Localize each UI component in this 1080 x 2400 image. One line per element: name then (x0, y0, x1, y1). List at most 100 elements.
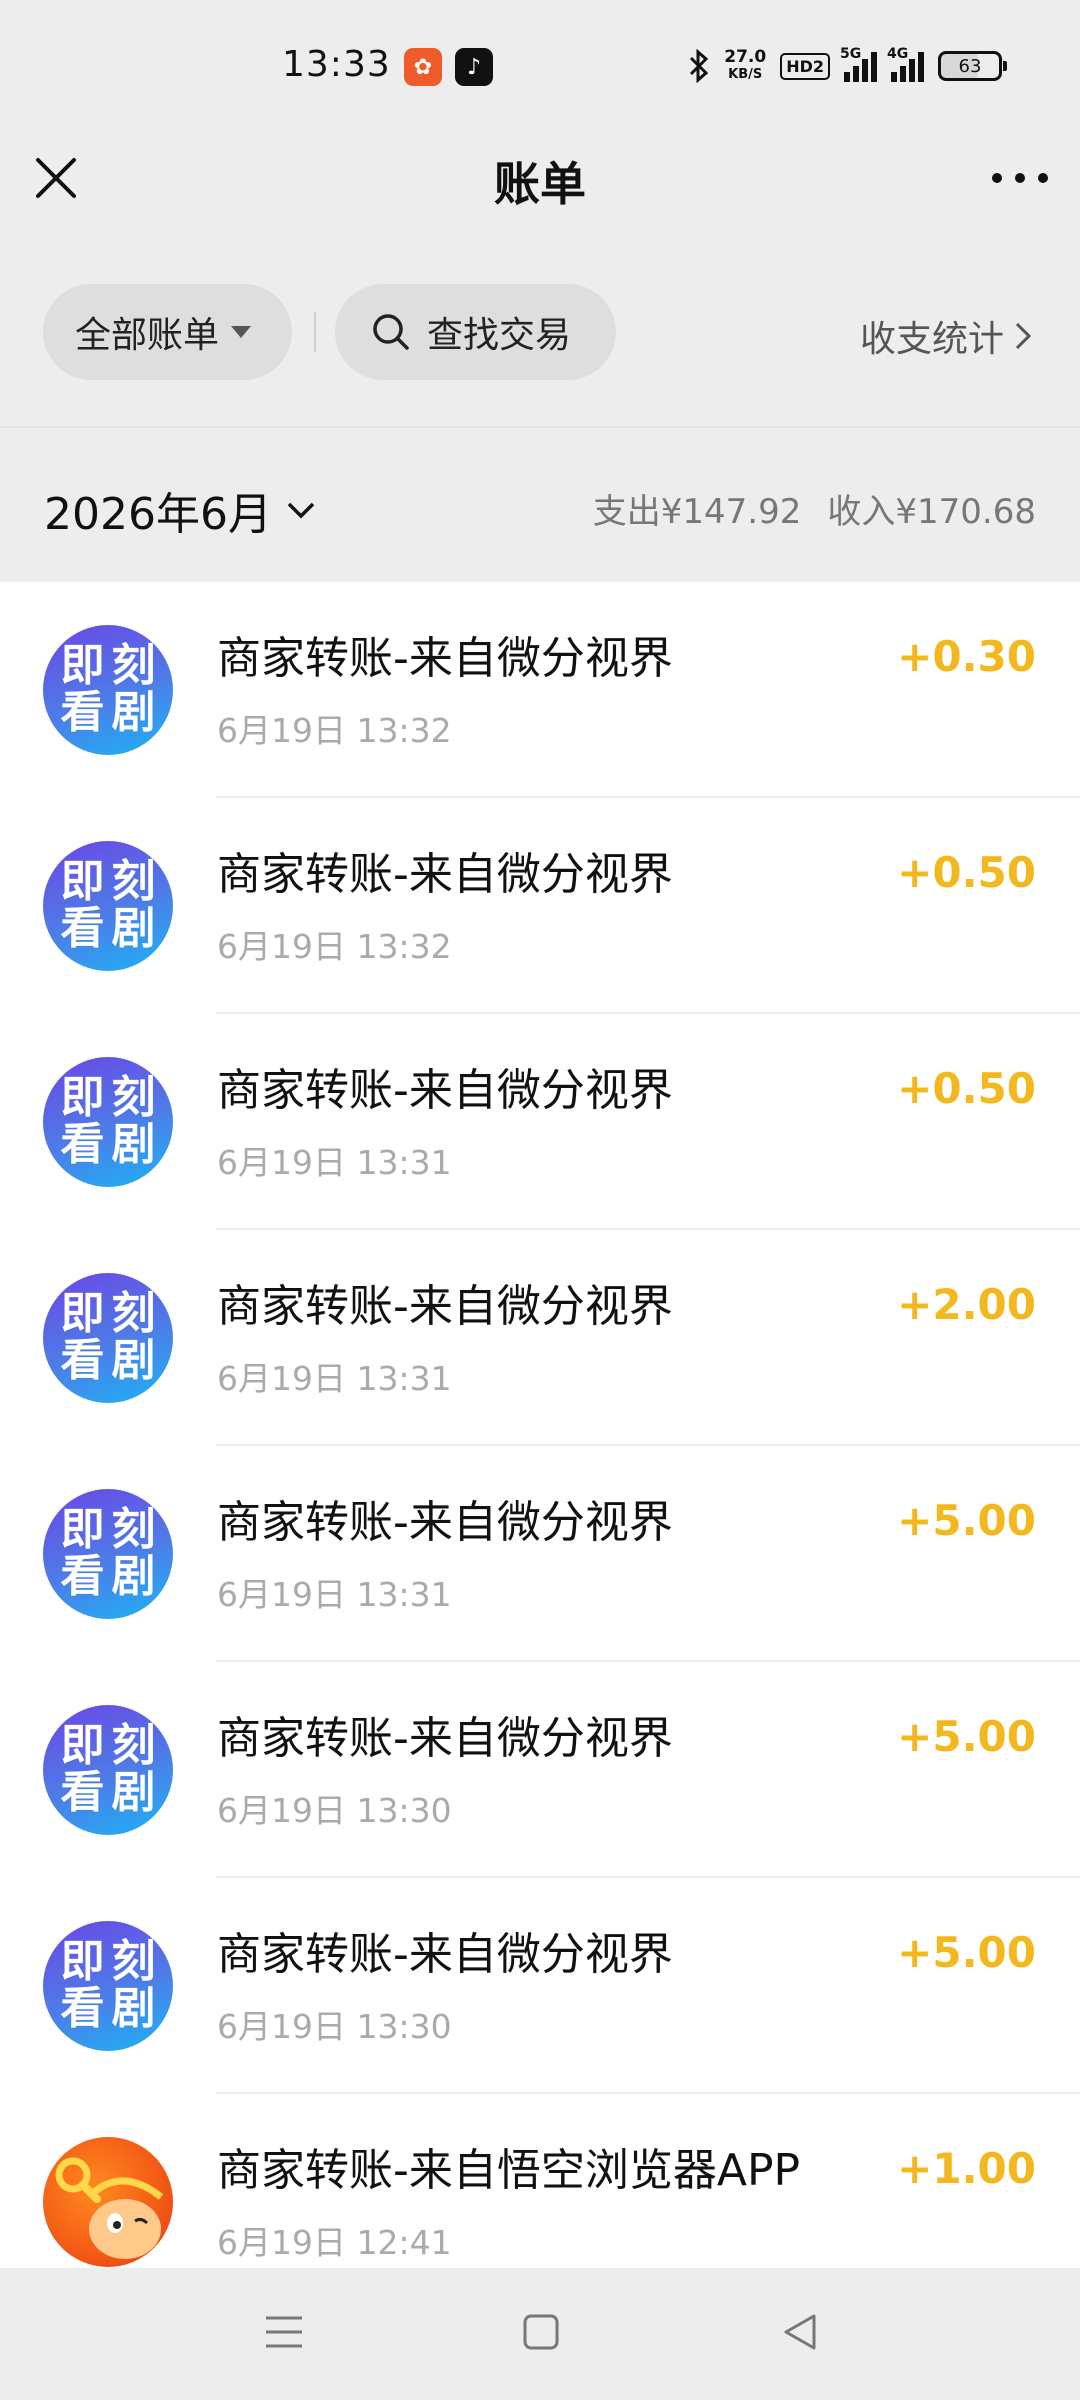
transaction-time: 6月19日 13:31 (217, 1359, 452, 1398)
avatar-char: 刻 (111, 1072, 156, 1123)
bluetooth-icon (690, 49, 709, 83)
avatar-char: 即 (60, 856, 105, 907)
transaction-title: 商家转账-来自悟空浏览器APP (217, 2145, 801, 2196)
transaction-list: 即刻看剧商家转账-来自微分视界 6月19日 13:32 +0.30 即刻看剧商家转账-… (0, 582, 1080, 2268)
avatar-char: 剧 (111, 1983, 156, 2034)
transaction-row[interactable]: 商家转账-来自悟空浏览器APP 6月19日 12:41 +1.00 (0, 2094, 1080, 2268)
signal-5g-icon: 5G (840, 46, 877, 82)
transaction-title: 商家转账-来自微分视界 (217, 849, 673, 900)
transaction-amount: +2.00 (897, 1280, 1036, 1329)
month-header: 2026年6月 支出¥147.92 收入¥170.68 (0, 426, 1080, 582)
transaction-title: 商家转账-来自微分视界 (217, 1929, 673, 1980)
all-bills-label: 全部账单 (75, 315, 220, 356)
transaction-title: 商家转账-来自微分视界 (217, 1497, 673, 1548)
avatar-char: 即 (60, 640, 105, 691)
transaction-title: 商家转账-来自微分视界 (217, 1065, 673, 1116)
transaction-time: 6月19日 13:31 (217, 1575, 452, 1614)
transaction-time: 6月19日 13:32 (217, 711, 452, 750)
merchant-avatar: 即刻看剧 (43, 1489, 173, 1619)
transaction-title: 商家转账-来自微分视界 (217, 1281, 673, 1332)
hd-badge: HD2 (780, 52, 830, 80)
transaction-amount: +5.00 (897, 1712, 1036, 1761)
merchant-avatar: 即刻看剧 (43, 841, 173, 971)
avatar-char: 剧 (111, 1551, 156, 1602)
status-time: 13:33 (282, 44, 391, 85)
month-summary: 支出¥147.92 收入¥170.68 (593, 484, 1036, 533)
transaction-row[interactable]: 即刻看剧商家转账-来自微分视界 6月19日 13:32 +0.50 (0, 798, 1080, 1014)
avatar-char: 看 (60, 1983, 105, 2034)
transaction-title: 商家转账-来自微分视界 (217, 1713, 673, 1764)
back-icon[interactable] (780, 2312, 820, 2352)
avatar-char: 即 (60, 1072, 105, 1123)
avatar-char: 刻 (111, 1936, 156, 1987)
app-notification-icon: ✿ (404, 48, 442, 86)
status-bar: 13:33 ✿ ♪ 27.0 KB/S HD2 5G 4G 63 (0, 0, 1080, 130)
transaction-amount: +0.50 (897, 848, 1036, 897)
transaction-title: 商家转账-来自微分视界 (217, 633, 673, 684)
merchant-avatar: 即刻看剧 (43, 1273, 173, 1403)
transaction-amount: +5.00 (897, 1496, 1036, 1545)
home-icon[interactable] (522, 2312, 560, 2352)
transaction-amount: +0.50 (897, 1064, 1036, 1113)
avatar-char: 刻 (111, 1288, 156, 1339)
status-indicators: 27.0 KB/S HD2 5G 4G 63 (688, 44, 1007, 88)
avatar-char: 看 (60, 687, 105, 738)
transaction-row[interactable]: 即刻看剧 商家转账-来自微分视界 6月19日 13:30 +5.00 (0, 1662, 1080, 1878)
transaction-time: 6月19日 13:30 (217, 2007, 452, 2046)
page-title: 账单 (494, 157, 586, 211)
avatar-char: 看 (60, 1335, 105, 1386)
avatar-char: 即 (60, 1288, 105, 1339)
search-transactions-button[interactable]: 查找交易 (335, 284, 616, 380)
wukong-browser-logo (43, 2137, 173, 2267)
merchant-avatar: 即刻看剧 (43, 625, 173, 755)
network-speed: 27.0 KB/S (724, 47, 767, 82)
month-selector[interactable]: 2026年6月 (44, 478, 316, 542)
search-label: 查找交易 (427, 315, 572, 356)
avatar-char: 剧 (111, 903, 156, 954)
caret-down-icon (231, 326, 252, 338)
avatar-char: 即 (60, 1504, 105, 1555)
avatar-char: 剧 (111, 1767, 156, 1818)
avatar-char: 刻 (111, 1720, 156, 1771)
avatar-char: 刻 (111, 856, 156, 907)
navigation-bar: 账单 (0, 130, 1080, 230)
avatar-char: 剧 (111, 1335, 156, 1386)
all-bills-dropdown[interactable]: 全部账单 (43, 284, 292, 380)
avatar-char: 剧 (111, 1119, 156, 1170)
avatar-char: 刻 (111, 1504, 156, 1555)
more-icon[interactable] (992, 166, 1048, 190)
system-navigation-bar (0, 2268, 1080, 2400)
transaction-time: 6月19日 13:30 (217, 1791, 452, 1830)
transaction-time: 6月19日 12:41 (217, 2223, 452, 2262)
avatar-char: 看 (60, 1767, 105, 1818)
avatar-char: 看 (60, 1119, 105, 1170)
filter-row: 全部账单 查找交易 收支统计 (0, 284, 1080, 380)
avatar-char: 剧 (111, 687, 156, 738)
tiktok-notification-icon: ♪ (455, 48, 493, 86)
chevron-down-icon (287, 502, 315, 519)
battery-icon: 63 (938, 51, 1007, 81)
transaction-amount: +0.30 (897, 632, 1036, 681)
transaction-row[interactable]: 即刻看剧商家转账-来自微分视界 6月19日 13:31 +0.50 (0, 1014, 1080, 1230)
transaction-time: 6月19日 13:31 (217, 1143, 452, 1182)
signal-4g-icon: 4G (887, 46, 924, 82)
merchant-avatar: 即刻看剧 (43, 1057, 173, 1187)
transaction-row[interactable]: 即刻看剧商家转账-来自微分视界 6月19日 13:32 +0.30 (0, 582, 1080, 798)
month-expense: 支出¥147.92 (592, 492, 802, 532)
month-income: 收入¥170.68 (827, 492, 1036, 532)
avatar-char: 看 (60, 1551, 105, 1602)
avatar-char: 刻 (111, 640, 156, 691)
avatar-char: 即 (60, 1720, 105, 1771)
chevron-right-icon (1015, 322, 1032, 350)
transaction-time: 6月19日 13:32 (217, 927, 452, 966)
transaction-row[interactable]: 即刻看剧商家转账-来自微分视界 6月19日 13:31 +5.00 (0, 1446, 1080, 1662)
transaction-amount: +5.00 (897, 1928, 1036, 1977)
avatar-char: 即 (60, 1936, 105, 1987)
transaction-row[interactable]: 即刻看剧商家转账-来自微分视界 6月19日 13:31 +2.00 (0, 1230, 1080, 1446)
divider (314, 312, 316, 352)
income-expense-stats-link[interactable]: 收支统计 (860, 310, 1032, 362)
menu-icon[interactable] (264, 2312, 304, 2352)
transaction-amount: +1.00 (897, 2144, 1036, 2193)
avatar-char: 看 (60, 903, 105, 954)
transaction-row[interactable]: 即刻看剧 商家转账-来自微分视界 6月19日 13:30 +5.00 (0, 1878, 1080, 2094)
